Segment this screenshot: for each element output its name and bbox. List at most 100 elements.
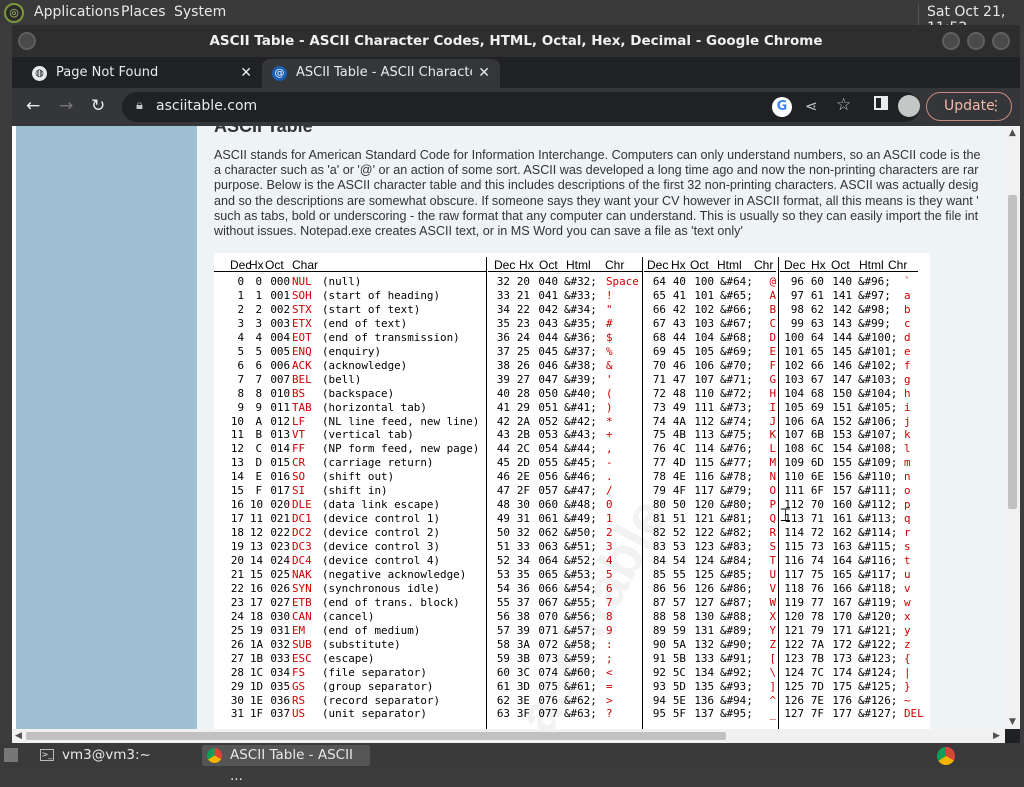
table-cell: 4C <box>672 442 686 456</box>
kebab-menu-icon[interactable]: ⋮ <box>989 93 1003 120</box>
desktop-top-panel: ◎ Applications Places System Sat Oct 21,… <box>0 0 1024 36</box>
forward-icon[interactable]: → <box>59 96 73 116</box>
table-cell: 34 <box>516 554 530 567</box>
table-cell: " <box>606 302 613 316</box>
table-cell: * <box>606 414 613 428</box>
distro-logo-icon[interactable]: ◎ <box>4 3 24 23</box>
side-panel-icon[interactable] <box>874 96 888 110</box>
table-cell: 077 <box>538 707 558 721</box>
table-cell: 2 <box>606 526 613 540</box>
tab-ascii-table[interactable]: @ ASCII Table - ASCII Character C ✕ <box>262 59 500 88</box>
scroll-right-icon[interactable]: ▶ <box>993 731 1000 741</box>
tray-chrome-icon[interactable] <box>937 747 955 765</box>
table-cell: 97 <box>790 288 804 302</box>
table-cell: N <box>769 470 776 484</box>
table-cell: &#93; <box>720 679 753 693</box>
taskbar-terminal[interactable]: >_ vm3@vm3:~ <box>34 745 200 766</box>
table-cell: 48 <box>672 386 686 400</box>
table-cell: 074 <box>538 665 558 679</box>
intro-line: such as tabs, bold or underscoring - the… <box>214 208 979 223</box>
column-header: Hx <box>249 258 264 272</box>
scroll-down-icon[interactable]: ▼ <box>1009 717 1016 727</box>
table-cell: 72 <box>810 526 824 540</box>
window-menu-icon[interactable] <box>18 32 36 50</box>
bookmark-star-icon[interactable]: ☆ <box>836 95 851 115</box>
menu-places[interactable]: Places <box>121 4 166 20</box>
tab-close-icon[interactable]: ✕ <box>478 59 490 87</box>
table-cell: 55 <box>496 595 510 609</box>
share-icon[interactable]: ⋖ <box>805 97 818 115</box>
table-cell: 4 <box>255 330 262 344</box>
column-header: Html <box>566 258 591 272</box>
intro-line: purpose. Below is the ASCII character ta… <box>214 178 979 193</box>
google-lens-icon[interactable]: G <box>772 97 792 117</box>
table-cell: Y <box>769 623 776 637</box>
terminal-icon: >_ <box>40 749 54 761</box>
profile-avatar-icon[interactable] <box>898 95 920 117</box>
table-cell: 64 <box>652 275 666 288</box>
table-cell: &#80; <box>720 498 753 512</box>
table-cell: 44 <box>496 442 510 456</box>
table-cell: 006 <box>270 358 290 372</box>
window-titlebar[interactable]: ASCII Table - ASCII Character Codes, HTM… <box>12 25 1020 57</box>
tab-close-icon[interactable]: ✕ <box>240 59 252 87</box>
table-cell: ETX <box>292 316 312 330</box>
table-cell: 27 <box>230 651 244 665</box>
table-cell: (NP form feed, new page) <box>322 442 480 456</box>
table-cell: &#32; <box>564 275 597 288</box>
tab-page-not-found[interactable]: ◍ Page Not Found ✕ <box>22 59 262 88</box>
table-cell: &#81; <box>720 512 753 526</box>
table-cell: &#91; <box>720 651 753 665</box>
ascii-table: asciitable Dec Hx Oct Char 0 0 000 NUL (null) 1 1 0… <box>214 253 930 729</box>
table-cell: 025 <box>270 567 290 581</box>
table-cell: 034 <box>270 665 290 679</box>
taskbar-chrome[interactable]: ASCII Table - ASCII ... <box>202 745 370 784</box>
window-title: ASCII Table - ASCII Character Codes, HTM… <box>209 33 823 49</box>
reload-icon[interactable]: ↻ <box>91 96 105 116</box>
table-cell: 51 <box>672 512 686 526</box>
table-cell: 2B <box>516 428 530 442</box>
table-cell: 5B <box>672 651 686 665</box>
table-cell: (null) <box>322 275 362 288</box>
table-cell: { <box>904 651 911 665</box>
vertical-scroll-thumb[interactable] <box>1008 195 1017 509</box>
url-text[interactable]: asciitable.com <box>156 98 257 114</box>
horizontal-scroll-thumb[interactable] <box>26 732 726 740</box>
table-cell: 153 <box>832 428 852 442</box>
menu-applications[interactable]: Applications <box>34 4 120 20</box>
back-icon[interactable]: ← <box>26 96 40 116</box>
table-cell: NAK <box>292 567 312 581</box>
table-cell: W <box>769 595 776 609</box>
show-desktop-icon[interactable] <box>4 748 18 762</box>
address-bar[interactable]: 🔒︎ asciitable.com G ⋖ ☆ <box>122 92 920 122</box>
table-cell: DC3 <box>292 540 312 554</box>
close-window-icon[interactable] <box>992 32 1010 50</box>
table-cell: 075 <box>538 679 558 693</box>
minimize-icon[interactable] <box>942 32 960 50</box>
table-cell: u <box>904 567 911 581</box>
table-cell: 066 <box>538 581 558 595</box>
table-cell: A <box>769 288 776 302</box>
update-button[interactable]: Update ⋮ <box>926 92 1012 121</box>
table-cell: 2E <box>516 470 530 484</box>
table-cell: 124 <box>784 665 804 679</box>
table-cell: 067 <box>538 595 558 609</box>
maximize-icon[interactable] <box>967 32 985 50</box>
table-cell: J <box>769 414 776 428</box>
lock-icon[interactable]: 🔒︎ <box>136 98 143 113</box>
table-cell: t <box>904 554 911 567</box>
table-cell: 55 <box>672 567 686 581</box>
table-cell: 7A <box>810 637 824 651</box>
table-cell: CR <box>292 456 306 470</box>
table-cell: 023 <box>270 540 290 554</box>
table-cell: < <box>606 665 613 679</box>
left-sidebar <box>16 126 197 729</box>
globe-icon: ◍ <box>32 66 47 81</box>
table-cell: &#52; <box>564 554 597 567</box>
table-cell: &#77; <box>720 456 753 470</box>
table-cell: &#38; <box>564 358 597 372</box>
scroll-up-icon[interactable]: ▲ <box>1009 128 1016 138</box>
scroll-left-icon[interactable]: ◀ <box>15 731 22 741</box>
table-cell: O <box>769 484 776 498</box>
menu-system[interactable]: System <box>174 4 226 20</box>
